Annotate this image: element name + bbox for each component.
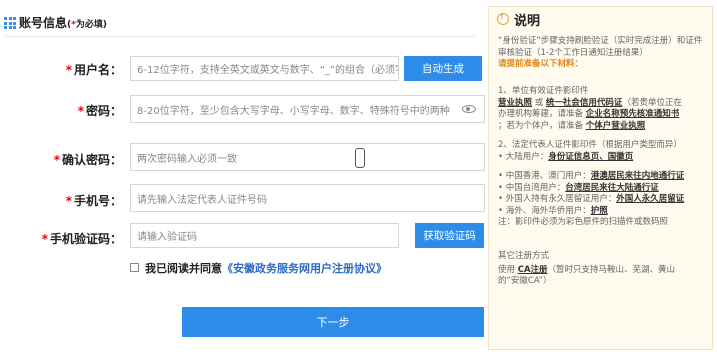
lightbulb-icon (497, 12, 509, 25)
sms-code-input[interactable]: 请输入验证码 (130, 223, 399, 248)
get-sms-code-button[interactable]: 获取验证码 (415, 223, 484, 248)
section-divider (5, 36, 475, 37)
panel-intro: “身份验证”步骤支持刷脸验证（实时完成注册）和证件审核验证（1-2个工作日通知注… (498, 36, 703, 69)
next-button[interactable]: 下一步 (182, 307, 484, 337)
panel-item1: 1、单位有效证件影印件 营业执照 或 统一社会信用代码证（若贵单位正在 办理机构… (498, 86, 682, 131)
agree-text: 我已阅读并同意《安徽政务服务网用户注册协议》 (145, 262, 387, 275)
password-input[interactable]: 8-20位字符，至少包含大写字母、小写字母、数字、特殊符号中的两种 (130, 95, 485, 123)
agreement-link[interactable]: 《安徽政务服务网用户注册协议》 (222, 262, 387, 275)
panel-title: 说明 (514, 14, 541, 29)
sms-code-label: * 手机验证码： (41, 232, 122, 246)
confirm-password-input[interactable]: 两次密码输入必须一致 (130, 143, 485, 171)
panel-other: 其它注册方式 使用 CA注册（暂时只支持马鞍山、芜湖、黄山 的“安徽CA”） (498, 251, 676, 286)
auto-generate-button[interactable]: 自动生成 (404, 56, 482, 81)
agree-checkbox[interactable] (130, 263, 139, 272)
cursor-icon (355, 148, 365, 168)
phone-label: * 手机号： (65, 194, 122, 208)
username-label: * 用户名： (65, 63, 122, 77)
grid-icon (4, 17, 16, 29)
panel-item2: 2、法定代表人证件影印件（根据用户类型而异） • 大陆用户：身份证信息页、国徽页… (498, 140, 685, 227)
confirm-password-label: * 确认密码： (53, 153, 122, 167)
password-label: * 密码： (77, 104, 122, 118)
section-title: 账号信息(*为必填) (19, 16, 107, 30)
username-input[interactable]: 6-12位字符，支持全英文或英文与数字、“_”的组合（必须字母开头） (130, 56, 399, 81)
eye-icon[interactable] (462, 105, 476, 113)
phone-input[interactable]: 请先输入法定代表人证件号码 (130, 184, 485, 212)
